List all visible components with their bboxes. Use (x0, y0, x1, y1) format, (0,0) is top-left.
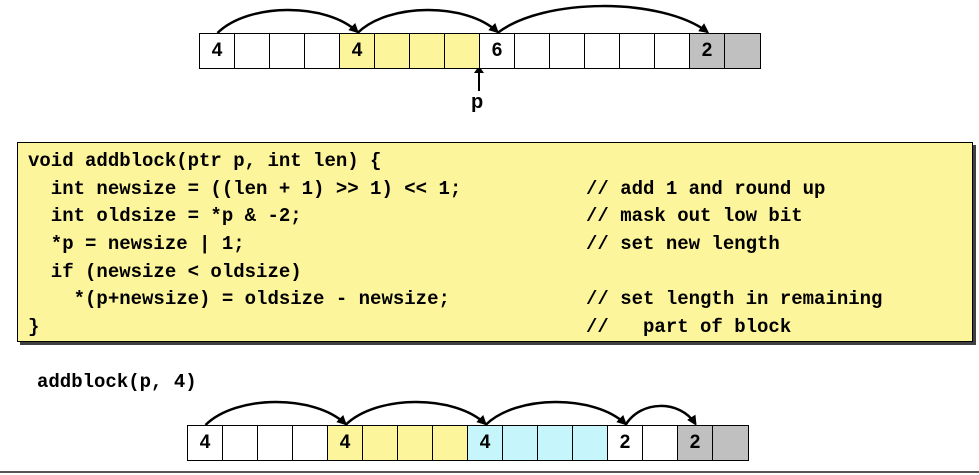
block-link-arrow (344, 400, 487, 426)
heap-after-cell (293, 426, 328, 460)
heap-before-cell (445, 34, 480, 68)
heap-before-cell (515, 34, 550, 68)
code-line: if (newsize < oldsize) (28, 261, 302, 283)
code-comment: // mask out low bit (586, 205, 803, 227)
heap-before-cell (375, 34, 410, 68)
heap-after-cell: 4 (188, 426, 223, 460)
code-comment: // set new length (586, 233, 780, 255)
block-link-arrow (204, 400, 347, 426)
block-link-arrow (216, 8, 359, 34)
heap-before-cell (620, 34, 655, 68)
heap-after-cell: 4 (468, 426, 503, 460)
code-line: int oldsize = *p & -2; (28, 205, 302, 227)
heap-before-cell: 2 (690, 34, 725, 68)
code-line: *p = newsize | 1; (28, 233, 245, 255)
bottom-divider (0, 471, 979, 473)
heap-before-cell: 4 (200, 34, 235, 68)
heap-before-cell (410, 34, 445, 68)
heap-before-cell (655, 34, 690, 68)
block-link-arrow (496, 4, 710, 34)
heap-after-cell (398, 426, 433, 460)
heap-after-cell: 2 (678, 426, 713, 460)
heap-after-cell (643, 426, 678, 460)
heap-before-cell (305, 34, 340, 68)
heap-before-cell: 4 (340, 34, 375, 68)
block-link-arrow (484, 400, 627, 426)
code-box: void addblock(ptr p, int len) { int news… (17, 142, 973, 342)
code-comment: // add 1 and round up (586, 178, 826, 200)
arrows-before (216, 4, 710, 34)
heap-after-cell (363, 426, 398, 460)
heap-after-cell (573, 426, 608, 460)
block-link-arrow (624, 404, 697, 426)
heap-before-cell (235, 34, 270, 68)
heap-before: 4 4 6 2 (199, 33, 761, 69)
heap-before-cell (270, 34, 305, 68)
arrows-after (204, 400, 697, 426)
code-line: } (28, 316, 40, 338)
heap-after-cell: 4 (328, 426, 363, 460)
pointer-arrow (474, 66, 484, 91)
heap-after-cell: 2 (608, 426, 643, 460)
heap-after-cell (223, 426, 258, 460)
heap-before-cell (585, 34, 620, 68)
heap-after-cell (433, 426, 468, 460)
pointer-label: p (471, 91, 484, 113)
heap-after-cell (503, 426, 538, 460)
heap-after-cell (713, 426, 748, 460)
code-comment: // part of block (586, 316, 792, 338)
call-label: addblock(p, 4) (37, 371, 197, 393)
code-line: int newsize = ((len + 1) >> 1) << 1; (28, 178, 462, 200)
heap-after: 4 4 4 2 2 (187, 425, 749, 461)
code-line: *(p+newsize) = oldsize - newsize; (28, 288, 450, 310)
heap-before-cell (725, 34, 760, 68)
code-line: void addblock(ptr p, int len) { (28, 150, 382, 172)
heap-before-cell: 6 (480, 34, 515, 68)
heap-before-cell (550, 34, 585, 68)
code-comment: // set length in remaining (586, 288, 883, 310)
heap-after-cell (258, 426, 293, 460)
heap-after-cell (538, 426, 573, 460)
block-link-arrow (356, 8, 499, 34)
